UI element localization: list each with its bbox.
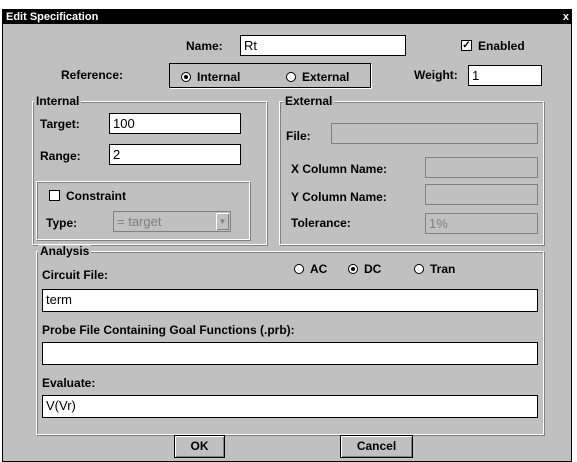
internal-legend: Internal [34, 94, 82, 108]
title-bar: Edit Specification x [3, 10, 571, 24]
enabled-check-icon: ✓ [461, 40, 472, 52]
reference-internal-label: Internal [197, 70, 241, 84]
y-column-label: Y Column Name: [291, 190, 387, 204]
file-input[interactable] [331, 123, 538, 144]
radio-selected-icon [348, 263, 358, 274]
evaluate-input[interactable]: V(Vr) [42, 395, 538, 418]
type-label: Type: [46, 216, 78, 230]
type-select[interactable]: = target ▼ [113, 211, 231, 232]
range-input[interactable]: 2 [109, 144, 241, 165]
circuit-file-input[interactable]: term [42, 289, 538, 312]
mode-ac-label: AC [310, 262, 328, 276]
evaluate-label: Evaluate: [42, 376, 96, 390]
analysis-legend: Analysis [38, 244, 92, 258]
circuit-file-label: Circuit File: [42, 268, 109, 282]
name-input[interactable]: Rt [240, 35, 406, 56]
type-value: = target [117, 214, 162, 229]
range-label: Range: [40, 149, 81, 163]
window-title: Edit Specification [6, 11, 99, 23]
x-column-input[interactable] [425, 157, 538, 178]
mode-dc-radio[interactable]: DC [348, 262, 381, 276]
reference-external-radio[interactable]: External [286, 70, 349, 84]
target-input[interactable]: 100 [109, 113, 241, 134]
weight-label: Weight: [414, 68, 458, 82]
external-legend: External [283, 94, 335, 108]
probe-file-input[interactable] [42, 342, 538, 365]
mode-tran-radio[interactable]: Tran [414, 262, 455, 276]
mode-ac-radio[interactable]: AC [294, 262, 327, 276]
close-icon[interactable]: x [563, 10, 569, 24]
cancel-button[interactable]: Cancel [340, 435, 413, 458]
name-label: Name: [186, 39, 223, 53]
x-column-label: X Column Name: [291, 162, 388, 176]
mode-tran-label: Tran [430, 262, 456, 276]
file-label: File: [286, 129, 311, 143]
tolerance-input[interactable]: 1% [425, 213, 538, 234]
constraint-label: Constraint [66, 189, 126, 203]
ok-button[interactable]: OK [174, 435, 225, 458]
mode-dc-label: DC [364, 262, 382, 276]
reference-internal-radio[interactable]: Internal [181, 70, 240, 84]
probe-file-label: Probe File Containing Goal Functions (.p… [42, 323, 295, 337]
edit-specification-dialog: Edit Specification x Name: Rt ✓ Enabled R… [2, 9, 572, 462]
checkbox-icon [49, 190, 60, 202]
reference-external-label: External [302, 70, 350, 84]
radio-icon [414, 263, 424, 274]
constraint-checkbox[interactable]: Constraint [49, 189, 126, 203]
radio-selected-icon [181, 71, 191, 82]
enabled-label: Enabled [478, 39, 525, 53]
y-column-input[interactable] [425, 184, 538, 205]
reference-label: Reference: [61, 68, 124, 82]
chevron-down-icon[interactable]: ▼ [216, 213, 229, 230]
target-label: Target: [40, 117, 80, 131]
weight-input[interactable]: 1 [468, 65, 542, 86]
radio-icon [286, 71, 296, 82]
tolerance-label: Tolerance: [291, 216, 351, 230]
enabled-checkbox[interactable]: ✓ Enabled [461, 39, 525, 53]
radio-icon [294, 263, 304, 274]
